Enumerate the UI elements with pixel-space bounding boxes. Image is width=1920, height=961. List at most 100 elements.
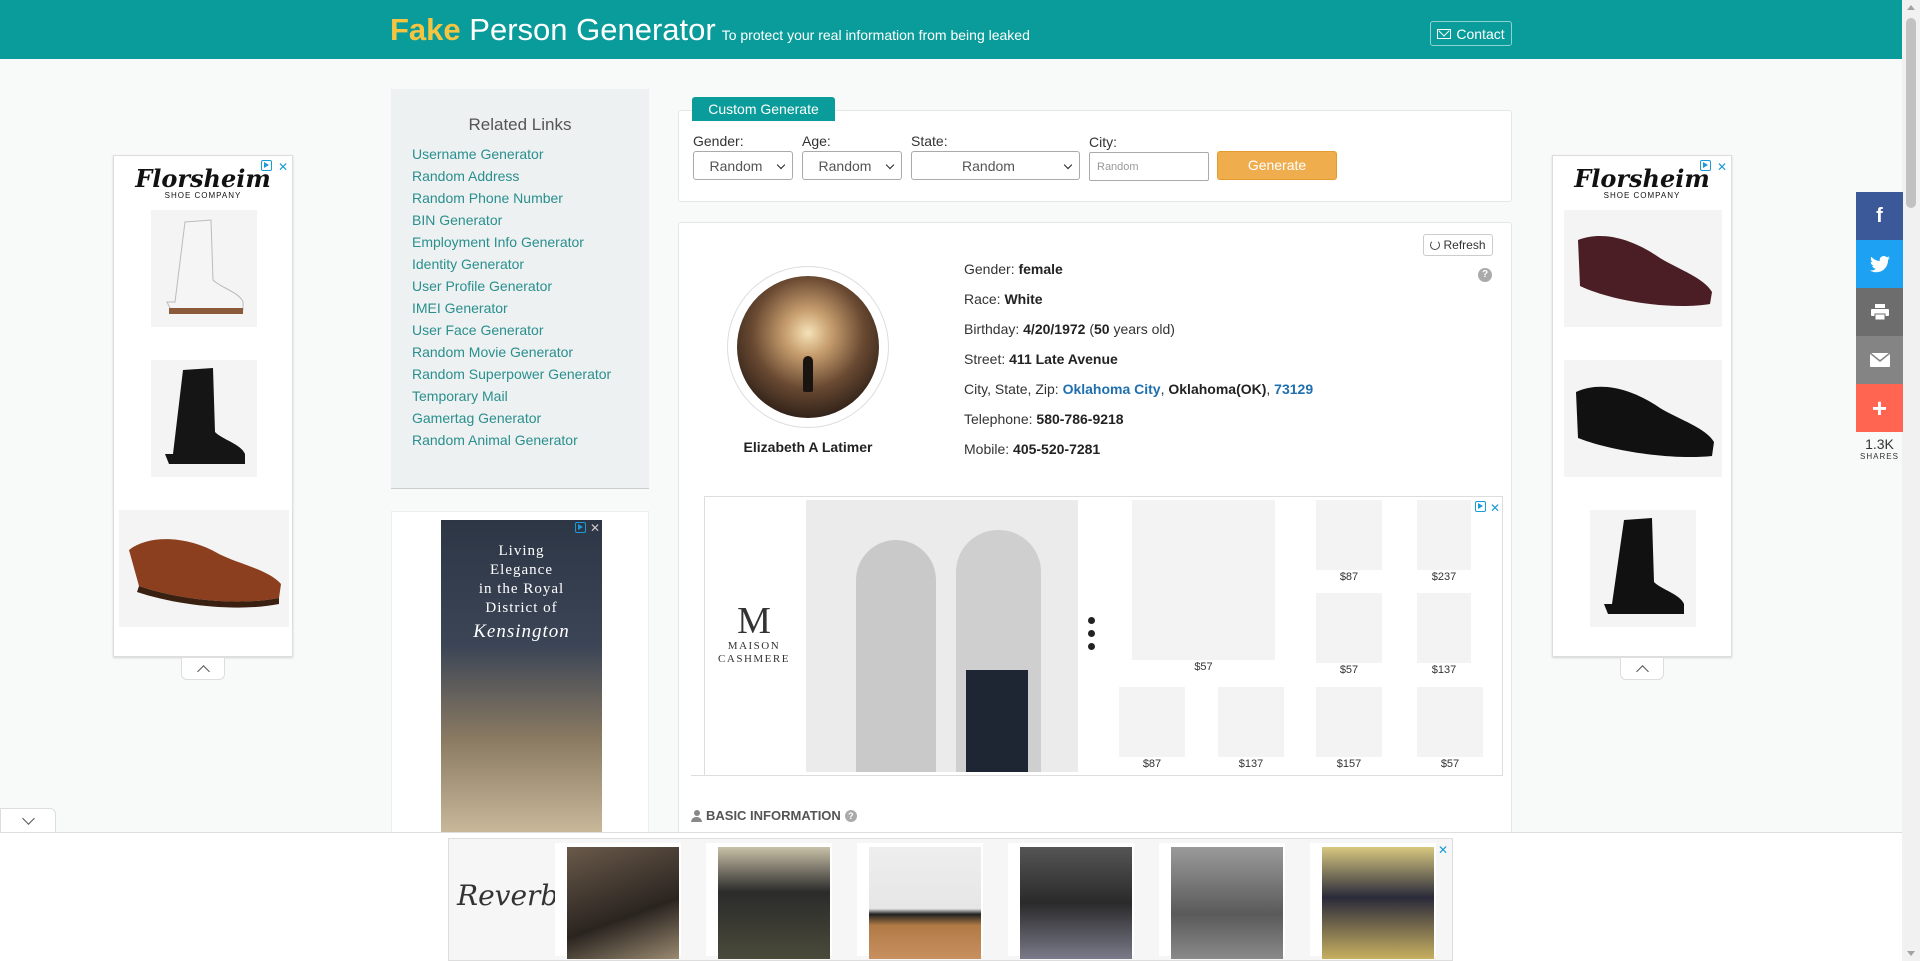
- shoe-image-black-oxford[interactable]: [1564, 360, 1722, 477]
- related-link[interactable]: IMEI Generator: [412, 297, 649, 319]
- product-image[interactable]: [1159, 843, 1285, 959]
- adchoices-icon[interactable]: [1700, 160, 1711, 171]
- related-link[interactable]: Random Animal Generator: [412, 429, 649, 451]
- reverb-ad[interactable]: ✕ Reverb: [448, 838, 1453, 961]
- ad-close-icon[interactable]: ✕: [1438, 843, 1448, 857]
- kensington-ad[interactable]: ✕ Living Elegance in the Royal District …: [441, 520, 602, 833]
- product-image[interactable]: [706, 843, 832, 959]
- info-telephone: Telephone: 580-786-9218: [964, 411, 1124, 427]
- brand-name: Person Generator: [469, 12, 716, 47]
- shoe-image-black-boot[interactable]: [1590, 510, 1696, 627]
- product-image[interactable]: [1310, 843, 1436, 959]
- product-image[interactable]: [1417, 593, 1471, 663]
- birthday-value: 4/20/1972: [1023, 321, 1086, 337]
- shoe-image-white-boot[interactable]: [151, 210, 257, 327]
- twitter-icon: [1869, 255, 1890, 272]
- product-image[interactable]: [1119, 687, 1185, 757]
- related-link[interactable]: Temporary Mail: [412, 385, 649, 407]
- product-image[interactable]: [1417, 500, 1471, 570]
- related-link[interactable]: Random Movie Generator: [412, 341, 649, 363]
- related-link[interactable]: Random Superpower Generator: [412, 363, 649, 385]
- adchoices-icon[interactable]: [1475, 501, 1486, 512]
- gender-label: Gender:: [693, 133, 744, 149]
- product-image[interactable]: [555, 843, 681, 959]
- related-link[interactable]: Employment Info Generator: [412, 231, 649, 253]
- help-icon[interactable]: ?: [1478, 268, 1492, 282]
- email-share-button[interactable]: [1856, 336, 1903, 384]
- custom-generate-tab[interactable]: Custom Generate: [692, 97, 835, 121]
- product-image[interactable]: [1218, 687, 1284, 757]
- left-sidebar-ad[interactable]: ✕ Florsheim SHOE COMPANY: [113, 155, 293, 657]
- print-share-button[interactable]: [1856, 288, 1903, 336]
- info-race: Race: White: [964, 291, 1043, 307]
- product-image[interactable]: [1008, 843, 1134, 959]
- related-link[interactable]: User Profile Generator: [412, 275, 649, 297]
- avatar-frame: [727, 266, 889, 428]
- related-link[interactable]: Random Address: [412, 165, 649, 187]
- related-links-list: Username Generator Random Address Random…: [391, 143, 649, 451]
- product-image[interactable]: [1316, 593, 1382, 663]
- shoe-image-brown-oxford[interactable]: [119, 510, 289, 627]
- mobile-value: 405-520-7281: [1013, 441, 1101, 457]
- shoe-image-black-boot[interactable]: [151, 360, 257, 477]
- chevron-down-icon: [21, 812, 35, 825]
- related-link[interactable]: Gamertag Generator: [412, 407, 649, 429]
- maison-cashmere-ad[interactable]: ✕ M MAISON CASHMERE $57 $87 $237 $57 $13…: [704, 496, 1503, 776]
- product-image[interactable]: [857, 843, 983, 959]
- ad-close-icon[interactable]: ✕: [278, 160, 288, 174]
- info-city-state-zip: City, State, Zip: Oklahoma City, Oklahom…: [964, 381, 1314, 397]
- info-street: Street: 411 Late Avenue: [964, 351, 1118, 367]
- age-select[interactable]: Random: [802, 151, 902, 180]
- product-image[interactable]: [1316, 687, 1382, 757]
- related-link[interactable]: Random Phone Number: [412, 187, 649, 209]
- city-label: City:: [1089, 134, 1117, 150]
- adchoices-icon[interactable]: [575, 522, 586, 533]
- ad-close-icon[interactable]: ✕: [1490, 501, 1500, 515]
- chevron-up-icon: [1635, 664, 1649, 678]
- kensington-ad-container: ✕ Living Elegance in the Royal District …: [391, 511, 649, 833]
- product-image[interactable]: [1417, 687, 1483, 757]
- scroll-down-arrow-icon[interactable]: [1907, 951, 1915, 956]
- bottom-ad-collapse-button[interactable]: [0, 808, 56, 833]
- city-link[interactable]: Oklahoma City: [1063, 381, 1161, 397]
- refresh-button[interactable]: Refresh: [1423, 234, 1493, 256]
- twitter-share-button[interactable]: [1856, 240, 1903, 288]
- refresh-label: Refresh: [1443, 238, 1486, 252]
- ad-close-icon[interactable]: ✕: [590, 521, 600, 535]
- product-image[interactable]: [1316, 500, 1382, 570]
- right-sidebar-ad[interactable]: ✕ Florsheim SHOE COMPANY: [1552, 155, 1732, 657]
- scroll-thumb[interactable]: [1906, 18, 1916, 208]
- gender-select[interactable]: Random: [693, 151, 793, 180]
- ad-close-icon[interactable]: ✕: [1717, 160, 1727, 174]
- related-link[interactable]: Username Generator: [412, 143, 649, 165]
- city-input[interactable]: Random: [1089, 152, 1209, 181]
- reverb-logo: Reverb: [457, 879, 559, 912]
- help-icon[interactable]: ?: [844, 809, 857, 822]
- race-value: White: [1004, 291, 1043, 307]
- zip-link[interactable]: 73129: [1274, 381, 1313, 397]
- state-field: State: Random: [911, 133, 1080, 180]
- custom-generate-panel: Gender: Random Age: Random State: Random…: [678, 110, 1512, 202]
- maison-hero-image[interactable]: [806, 500, 1078, 772]
- related-links-panel: Related Links Username Generator Random …: [391, 89, 649, 489]
- kensington-line: Elegance: [490, 562, 553, 578]
- page-scrollbar[interactable]: [1902, 0, 1920, 961]
- more-dots-icon[interactable]: [1088, 617, 1095, 656]
- related-link[interactable]: Identity Generator: [412, 253, 649, 275]
- related-link[interactable]: BIN Generator: [412, 209, 649, 231]
- contact-button[interactable]: Contact: [1430, 21, 1512, 46]
- right-ad-collapse-button[interactable]: [1620, 658, 1664, 680]
- scroll-up-arrow-icon[interactable]: [1907, 5, 1915, 10]
- generate-button[interactable]: Generate: [1217, 151, 1337, 180]
- state-select[interactable]: Random: [911, 151, 1080, 180]
- facebook-share-button[interactable]: f: [1856, 192, 1903, 240]
- site-logo[interactable]: Fake Person Generator To protect your rea…: [390, 12, 1030, 48]
- more-share-button[interactable]: +: [1856, 384, 1903, 432]
- product-image[interactable]: [1132, 500, 1275, 660]
- left-ad-collapse-button[interactable]: [181, 658, 225, 680]
- product-price: $57: [1339, 664, 1359, 676]
- adchoices-icon[interactable]: [261, 160, 272, 171]
- shoe-image-burgundy-loafer[interactable]: [1564, 210, 1722, 327]
- product-price: $137: [1431, 664, 1457, 676]
- related-link[interactable]: User Face Generator: [412, 319, 649, 341]
